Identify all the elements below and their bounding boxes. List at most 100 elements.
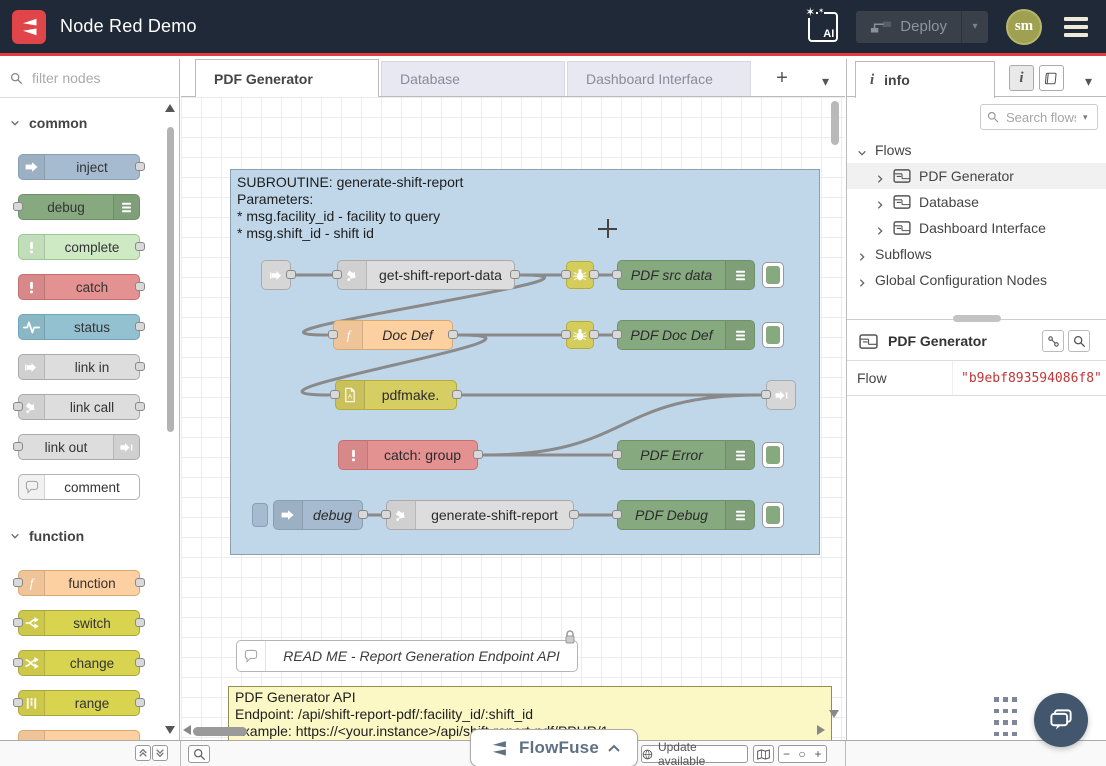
tree-item-flows[interactable]: Flows bbox=[847, 137, 1106, 163]
tab-database[interactable]: Database bbox=[381, 61, 565, 96]
input-port[interactable] bbox=[612, 270, 622, 279]
add-flow-button[interactable]: + bbox=[771, 67, 793, 89]
debug-toggle-button[interactable] bbox=[762, 262, 784, 288]
palette-scrollbar[interactable] bbox=[167, 127, 174, 432]
output-port[interactable] bbox=[452, 390, 462, 399]
node-pdfdocdef[interactable]: PDF Doc Def bbox=[617, 320, 755, 350]
chevron-right-icon[interactable] bbox=[875, 223, 885, 233]
palette-node-change[interactable]: change bbox=[18, 650, 140, 676]
palette-category-common[interactable]: common bbox=[0, 108, 179, 138]
tab-pdf-generator[interactable]: PDF Generator bbox=[195, 59, 379, 97]
zoom-reset-button[interactable]: ○ bbox=[794, 745, 811, 763]
palette-node-switch[interactable]: switch bbox=[18, 610, 140, 636]
search-node-button[interactable] bbox=[1068, 330, 1090, 352]
user-avatar[interactable]: sm bbox=[1006, 9, 1042, 45]
chevron-down-icon[interactable] bbox=[857, 145, 867, 155]
chevron-right-icon[interactable] bbox=[857, 275, 867, 285]
palette-scroll-down[interactable] bbox=[165, 726, 175, 734]
output-port[interactable] bbox=[510, 270, 520, 279]
comment-node[interactable]: READ ME - Report Generation Endpoint API bbox=[236, 640, 578, 672]
tab-list-caret[interactable]: ▾ bbox=[822, 73, 829, 90]
palette-node-debug[interactable]: debug bbox=[18, 194, 140, 220]
canvas-horizontal-scrollbar[interactable] bbox=[193, 727, 247, 736]
flow-canvas[interactable]: SUBROUTINE: generate-shift-report Parame… bbox=[181, 97, 845, 740]
palette-node-function[interactable]: ffunction bbox=[18, 570, 140, 596]
output-port[interactable] bbox=[448, 330, 458, 339]
chevron-right-icon[interactable] bbox=[857, 249, 867, 259]
input-port[interactable] bbox=[330, 390, 340, 399]
debug-toggle-button[interactable] bbox=[762, 322, 784, 348]
input-port[interactable] bbox=[13, 442, 23, 451]
palette-node-comment[interactable]: comment bbox=[18, 474, 140, 500]
node-j1[interactable] bbox=[566, 261, 594, 289]
input-port[interactable] bbox=[332, 270, 342, 279]
palette-scroll-up[interactable] bbox=[165, 104, 175, 112]
copy-link-button[interactable] bbox=[1042, 330, 1064, 352]
tree-item-dashboard-interface[interactable]: Dashboard Interface bbox=[847, 215, 1106, 241]
palette-node-status[interactable]: status bbox=[18, 314, 140, 340]
deploy-button[interactable]: Deploy ▾ bbox=[856, 11, 988, 43]
flowfuse-button[interactable]: FlowFuse bbox=[470, 729, 638, 766]
palette-node-link in[interactable]: link in bbox=[18, 354, 140, 380]
info-tab[interactable]: i info bbox=[855, 61, 995, 98]
search-flows-input[interactable] bbox=[1004, 109, 1078, 126]
output-port[interactable] bbox=[135, 578, 145, 587]
output-port[interactable] bbox=[135, 322, 145, 331]
tree-item-database[interactable]: Database bbox=[847, 189, 1106, 215]
node-j2[interactable] bbox=[566, 321, 594, 349]
sidebar-splitter[interactable] bbox=[847, 319, 1106, 320]
input-port[interactable] bbox=[13, 618, 23, 627]
palette-node-complete[interactable]: complete bbox=[18, 234, 140, 260]
palette-node-link call[interactable]: link call bbox=[18, 394, 140, 420]
palette-node-catch[interactable]: catch bbox=[18, 274, 140, 300]
output-port[interactable] bbox=[589, 330, 599, 339]
output-port[interactable] bbox=[569, 510, 579, 519]
canvas-scroll-right[interactable] bbox=[817, 725, 825, 735]
sidebar-options-caret[interactable]: ▾ bbox=[1085, 73, 1092, 90]
tree-item-global-configuration-nodes[interactable]: Global Configuration Nodes bbox=[847, 267, 1106, 293]
chevron-right-icon[interactable] bbox=[875, 197, 885, 207]
palette-expand-all-button[interactable] bbox=[152, 745, 168, 761]
output-port[interactable] bbox=[589, 270, 599, 279]
output-port[interactable] bbox=[135, 618, 145, 627]
output-port[interactable] bbox=[135, 698, 145, 707]
inject-button[interactable] bbox=[252, 503, 268, 527]
sidebar-help-button[interactable] bbox=[1039, 65, 1064, 91]
update-available-button[interactable]: Update available bbox=[641, 745, 748, 763]
palette-filter-input[interactable] bbox=[30, 69, 154, 87]
palette-node-partial[interactable] bbox=[18, 730, 140, 740]
debug-toggle-button[interactable] bbox=[762, 502, 784, 528]
input-port[interactable] bbox=[561, 270, 571, 279]
input-port[interactable] bbox=[13, 698, 23, 707]
debug-toggle-button[interactable] bbox=[762, 442, 784, 468]
input-port[interactable] bbox=[13, 578, 23, 587]
output-port[interactable] bbox=[135, 162, 145, 171]
input-port[interactable] bbox=[328, 330, 338, 339]
palette-node-inject[interactable]: inject bbox=[18, 154, 140, 180]
zoom-out-button[interactable]: − bbox=[778, 745, 795, 763]
node-pdfdebug[interactable]: PDF Debug bbox=[617, 500, 755, 530]
output-port[interactable] bbox=[135, 402, 145, 411]
output-port[interactable] bbox=[135, 282, 145, 291]
output-port[interactable] bbox=[358, 510, 368, 519]
canvas-scroll-left[interactable] bbox=[183, 725, 191, 735]
palette-category-function[interactable]: function bbox=[0, 521, 179, 551]
tree-item-subflows[interactable]: Subflows bbox=[847, 241, 1106, 267]
deploy-options-caret[interactable]: ▾ bbox=[961, 11, 988, 43]
node-linkin1[interactable] bbox=[261, 260, 291, 290]
node-pdfsrc[interactable]: PDF src data bbox=[617, 260, 755, 290]
main-menu-button[interactable] bbox=[1060, 13, 1092, 41]
input-port[interactable] bbox=[612, 450, 622, 459]
search-canvas-button[interactable] bbox=[188, 745, 210, 763]
output-port[interactable] bbox=[135, 362, 145, 371]
chat-widget-button[interactable] bbox=[1034, 693, 1088, 747]
input-port[interactable] bbox=[13, 658, 23, 667]
canvas-vertical-scrollbar[interactable] bbox=[831, 101, 839, 145]
tree-item-pdf-generator[interactable]: PDF Generator bbox=[847, 163, 1106, 189]
node-pdfmake[interactable]: Apdfmake. bbox=[335, 380, 457, 410]
navigator-button[interactable] bbox=[753, 745, 774, 763]
input-port[interactable] bbox=[13, 202, 23, 211]
node-gsr[interactable]: generate-shift-report bbox=[386, 500, 574, 530]
ai-assistant-button[interactable]: ✶ ✶ AI bbox=[808, 12, 838, 42]
search-caret[interactable]: ▾ bbox=[1083, 112, 1088, 123]
